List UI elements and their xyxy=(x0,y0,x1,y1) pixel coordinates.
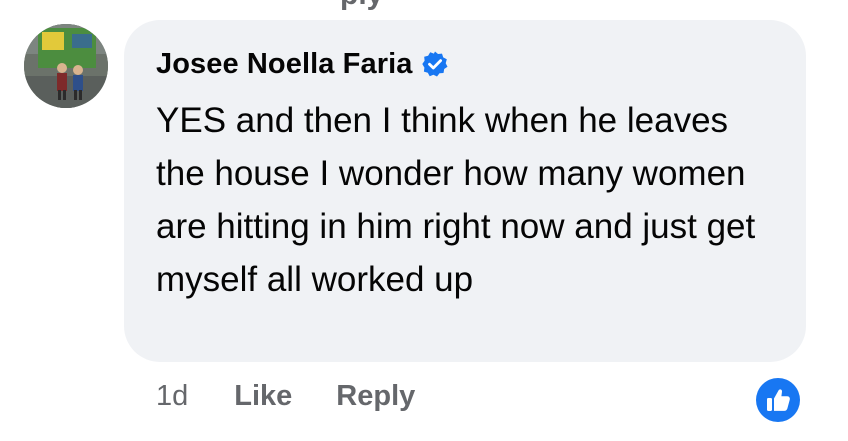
comment-bubble: Josee Noella Faria YES and then I think … xyxy=(124,20,806,362)
like-reaction-icon xyxy=(756,378,800,422)
author-row: Josee Noella Faria xyxy=(156,46,776,82)
previous-reply-fragment: ply xyxy=(340,0,383,12)
avatar-image xyxy=(24,24,108,108)
like-button[interactable]: Like xyxy=(234,380,292,413)
comment-thread: ply Josee Noella Faria xyxy=(0,0,848,441)
comment-text: YES and then I think when he leaves the … xyxy=(156,101,756,299)
avatar[interactable] xyxy=(24,24,108,108)
reaction-badge[interactable] xyxy=(754,376,802,424)
comment-timestamp[interactable]: 1d xyxy=(156,380,188,413)
reply-button[interactable]: Reply xyxy=(336,380,415,413)
author-name[interactable]: Josee Noella Faria xyxy=(156,48,413,81)
comment-actions: 1d Like Reply xyxy=(156,380,415,413)
verified-badge-icon xyxy=(421,50,449,78)
